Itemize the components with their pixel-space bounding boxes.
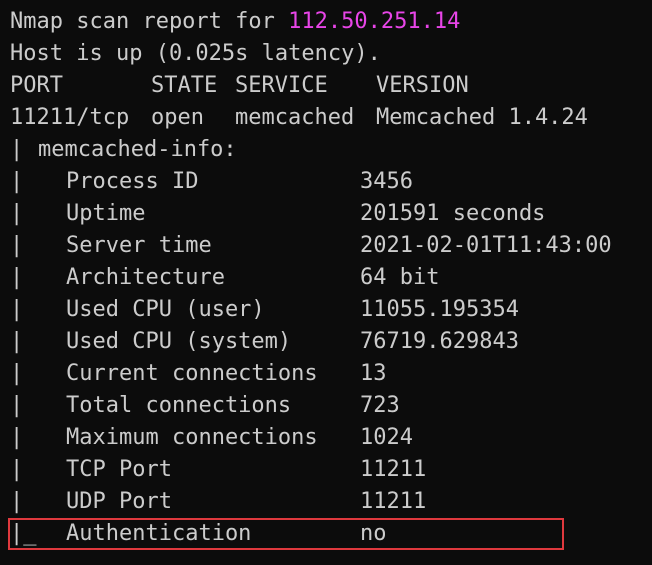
info-row: | Current connections 13 [10, 358, 652, 390]
info-value: 11211 [360, 457, 427, 482]
info-value: no [360, 521, 387, 546]
tree-pipe: | [10, 233, 24, 258]
service-port: 11211/tcp [10, 105, 130, 130]
info-value: 2021-02-01T11:43:00 [360, 233, 612, 258]
info-row-authentication: |_ Authentication no [10, 518, 652, 550]
tree-pipe: | [10, 457, 24, 482]
info-value: 723 [360, 393, 400, 418]
info-key: Total connections [66, 393, 292, 418]
tree-end-pipe: |_ [10, 521, 37, 546]
info-row: | UDP Port 11211 [10, 486, 652, 518]
info-value: 76719.629843 [360, 329, 519, 354]
info-row: | Total connections 723 [10, 390, 652, 422]
info-key: Used CPU (user) [66, 297, 265, 322]
info-value: 64 bit [360, 265, 440, 290]
table-header: PORT STATE SERVICE VERSION [10, 70, 652, 102]
tree-pipe: | [10, 137, 24, 162]
tree-pipe: | [10, 265, 24, 290]
tree-pipe: | [10, 361, 24, 386]
tree-pipe: | [10, 329, 24, 354]
header-state: STATE [151, 73, 218, 98]
service-row: 11211/tcp open memcached Memcached 1.4.24 [10, 102, 652, 134]
info-value: 11055.195354 [360, 297, 519, 322]
tree-pipe: | [10, 201, 24, 226]
info-value: 1024 [360, 425, 413, 450]
info-row: | TCP Port 11211 [10, 454, 652, 486]
info-value: 11211 [360, 489, 427, 514]
info-key: Server time [66, 233, 212, 258]
info-key: Process ID [66, 169, 199, 194]
script-header-line: | memcached-info: [10, 134, 652, 166]
host-status-line: Host is up (0.025s latency). [10, 41, 381, 66]
info-row: | Maximum connections 1024 [10, 422, 652, 454]
scan-report-line: Nmap scan report for 112.50.251.14 [10, 6, 652, 38]
info-key: Maximum connections [66, 425, 318, 450]
terminal-window: Nmap scan report for 112.50.251.14 Host … [0, 0, 652, 565]
info-key: Current connections [66, 361, 318, 386]
info-value: 13 [360, 361, 387, 386]
info-row: | Architecture 64 bit [10, 262, 652, 294]
scan-report-prefix: Nmap scan report for [10, 9, 289, 34]
info-key: Authentication [66, 521, 252, 546]
info-key: UDP Port [66, 489, 172, 514]
info-row: | Process ID 3456 [10, 166, 652, 198]
tree-pipe: | [10, 169, 24, 194]
header-service: SERVICE [235, 73, 328, 98]
info-list: | Process ID 3456 | Uptime 201591 seconds | S… [10, 166, 652, 550]
info-row: | Used CPU (system) 76719.629843 [10, 326, 652, 358]
info-row: | Server time 2021-02-01T11:43:00 [10, 230, 652, 262]
info-key: Used CPU (system) [66, 329, 292, 354]
info-key: Architecture [66, 265, 225, 290]
target-ip: 112.50.251.14 [288, 9, 461, 34]
info-key: TCP Port [66, 457, 172, 482]
service-name: memcached [235, 105, 355, 130]
tree-pipe: | [10, 297, 24, 322]
tree-pipe: | [10, 489, 24, 514]
info-row: | Uptime 201591 seconds [10, 198, 652, 230]
info-row: | Used CPU (user) 11055.195354 [10, 294, 652, 326]
info-value: 201591 seconds [360, 201, 546, 226]
tree-pipe: | [10, 425, 24, 450]
service-version: Memcached 1.4.24 [376, 105, 588, 130]
info-key: Uptime [66, 201, 146, 226]
service-state: open [151, 105, 204, 130]
header-version: VERSION [376, 73, 469, 98]
script-name: memcached-info: [38, 137, 237, 162]
tree-pipe: | [10, 393, 24, 418]
info-value: 3456 [360, 169, 413, 194]
header-port: PORT [10, 73, 63, 98]
